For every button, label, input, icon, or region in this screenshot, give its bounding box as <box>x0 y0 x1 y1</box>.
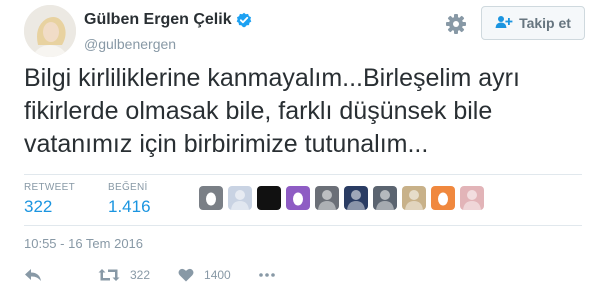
verified-badge-icon <box>236 12 252 28</box>
like-stat-count[interactable]: 1.416 <box>108 197 151 217</box>
divider <box>24 174 582 175</box>
liker-avatar[interactable] <box>402 186 426 210</box>
divider <box>24 225 582 226</box>
liker-avatar[interactable] <box>344 186 368 210</box>
tweet-text: Bilgi kirliliklerine kanmayalım...Birleş… <box>24 64 520 158</box>
retweet-stat[interactable]: RETWEET 322 <box>24 182 75 217</box>
retweet-stat-label: RETWEET <box>24 182 75 193</box>
follow-button-label: Takip et <box>519 15 571 31</box>
reply-icon <box>24 268 42 282</box>
likers-list <box>199 186 484 210</box>
more-button[interactable] <box>258 273 275 277</box>
action-bar: 322 1400 <box>24 268 275 282</box>
liker-avatar[interactable] <box>228 186 252 210</box>
more-icon <box>258 273 275 277</box>
like-stat-label: BEĞENİ <box>108 182 148 193</box>
reply-button[interactable] <box>24 268 42 282</box>
retweet-stat-count[interactable]: 322 <box>24 197 75 217</box>
like-stat[interactable]: BEĞENİ 1.416 <box>108 182 151 217</box>
like-action-count: 1400 <box>204 268 231 282</box>
display-name[interactable]: Gülben Ergen Çelik <box>84 11 252 29</box>
liker-avatar[interactable] <box>460 186 484 210</box>
retweet-button[interactable]: 322 <box>98 268 150 282</box>
gear-icon[interactable] <box>443 11 469 37</box>
liker-avatar[interactable] <box>315 186 339 210</box>
heart-icon <box>178 268 194 282</box>
liker-avatar[interactable] <box>373 186 397 210</box>
liker-avatar[interactable] <box>431 186 455 210</box>
liker-avatar[interactable] <box>257 186 281 210</box>
display-name-text[interactable]: Gülben Ergen Çelik <box>84 11 232 29</box>
tweet-timestamp[interactable]: 10:55 - 16 Tem 2016 <box>24 236 143 251</box>
avatar[interactable] <box>24 5 76 57</box>
user-handle[interactable]: @gulbenergen <box>84 36 176 52</box>
follow-button[interactable]: Takip et <box>481 6 585 40</box>
liker-avatar[interactable] <box>286 186 310 210</box>
add-user-icon <box>495 15 513 32</box>
like-button[interactable]: 1400 <box>178 268 231 282</box>
retweet-action-count: 322 <box>130 268 151 282</box>
liker-avatar[interactable] <box>199 186 223 210</box>
retweet-icon <box>98 268 120 282</box>
